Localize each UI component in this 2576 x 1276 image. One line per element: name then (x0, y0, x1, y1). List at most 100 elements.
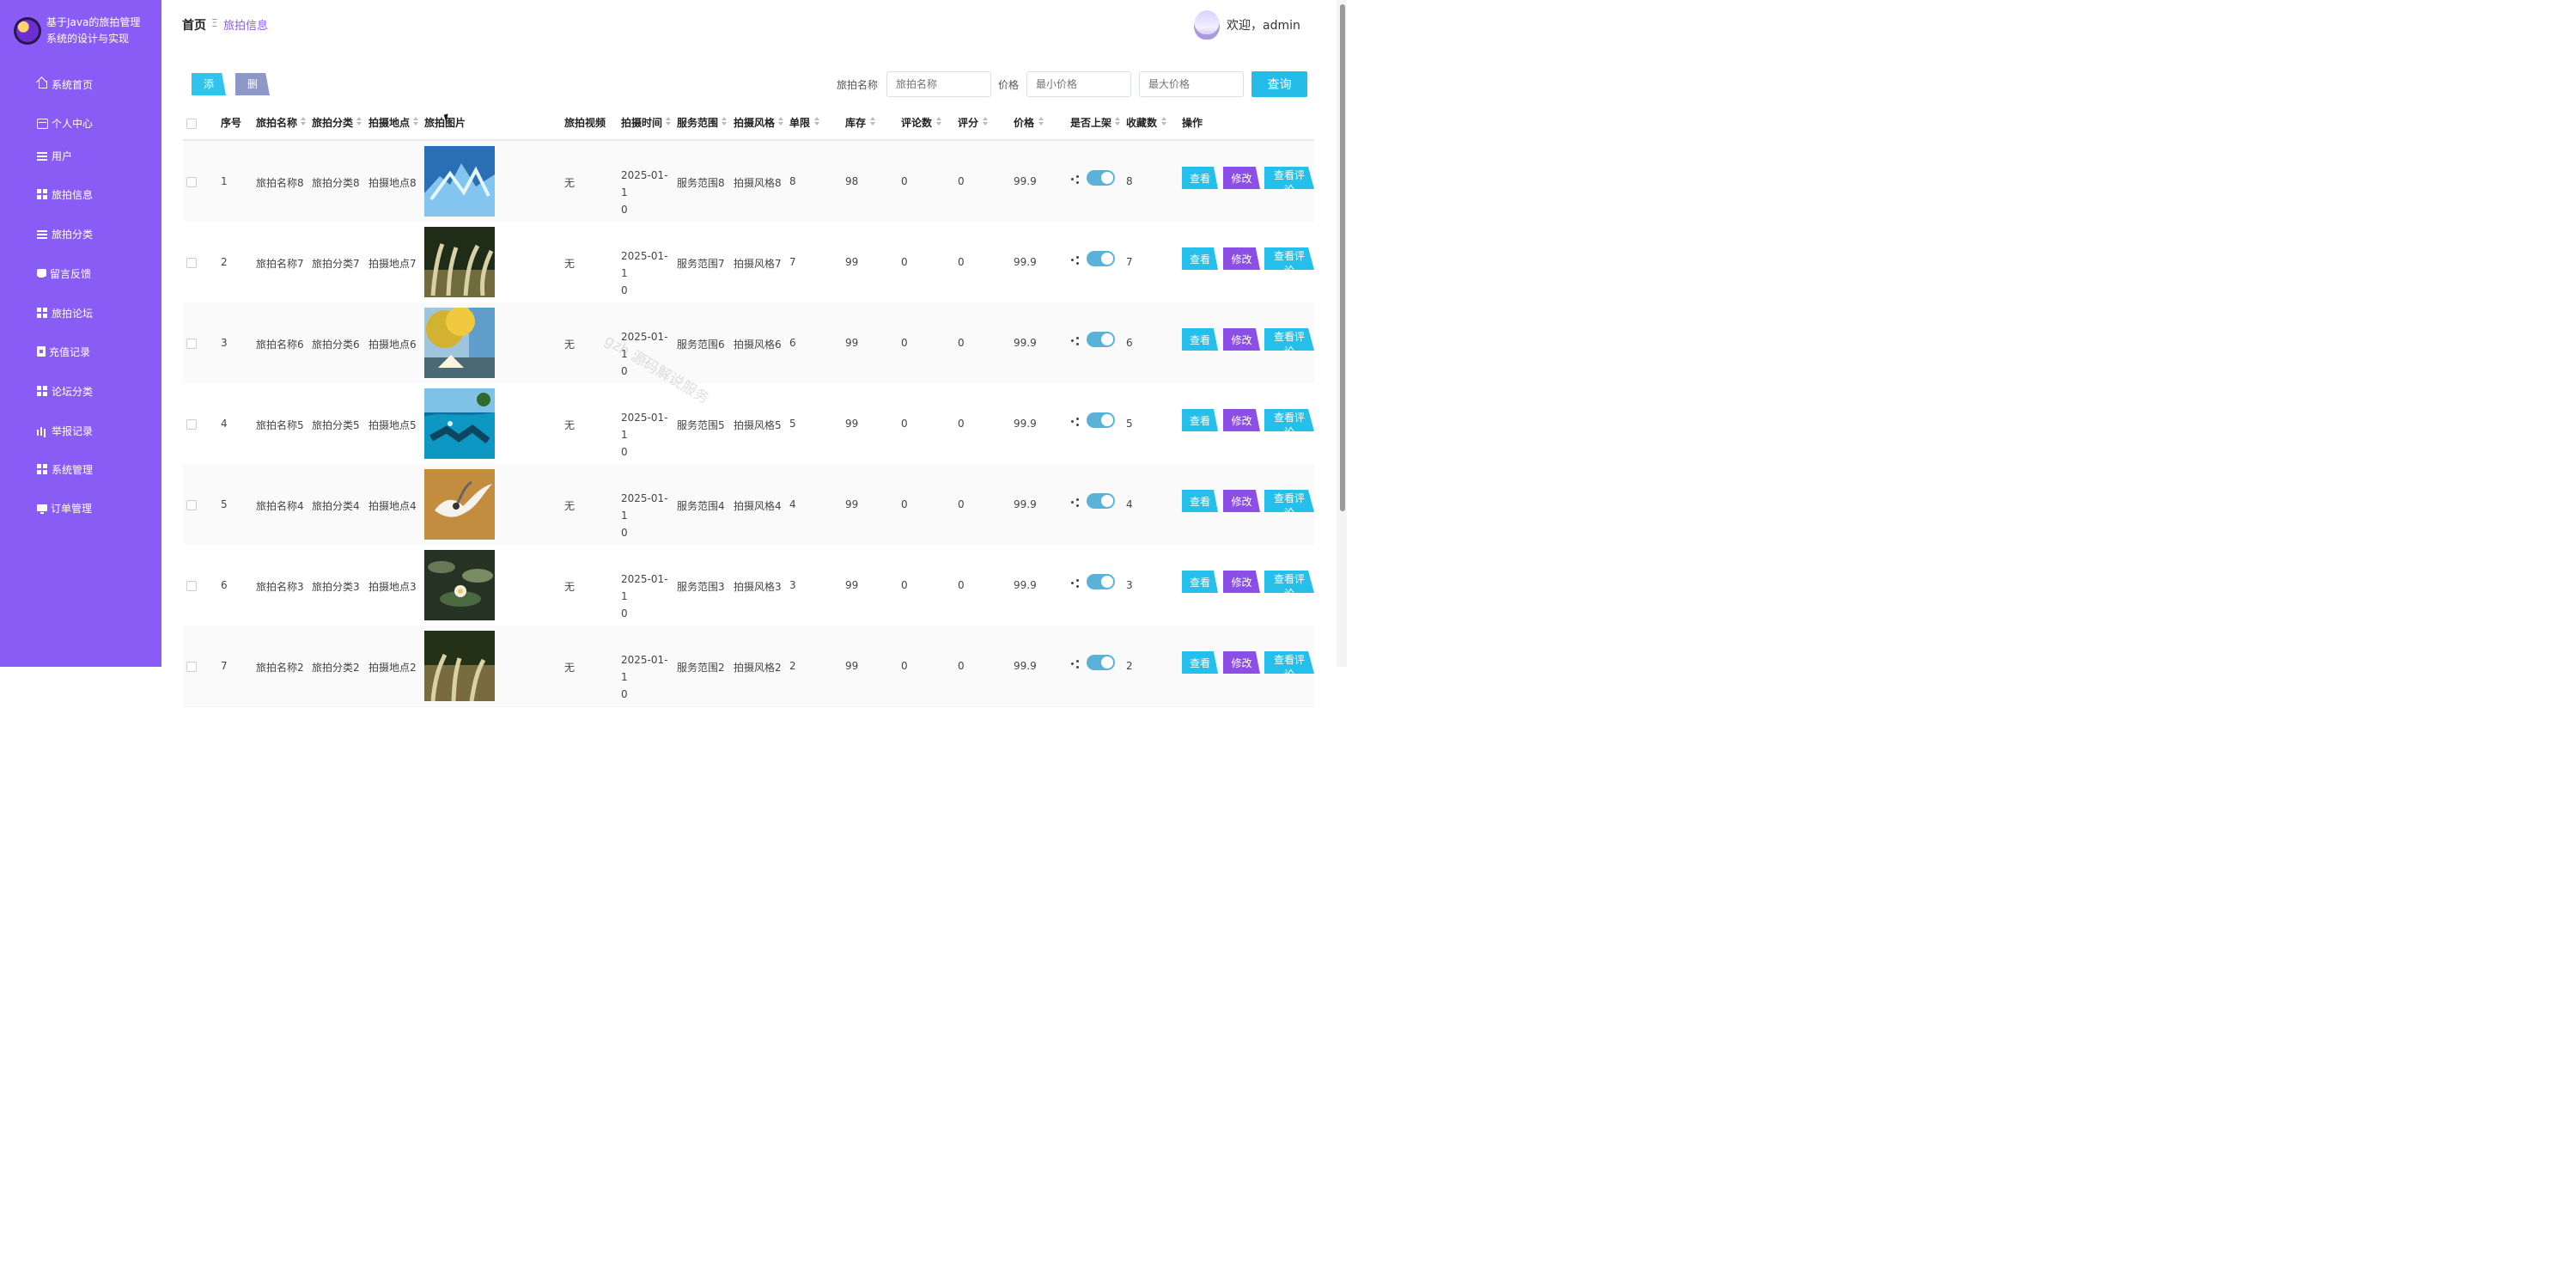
travel-photo[interactable] (424, 550, 495, 620)
edit-button[interactable]: 修改 (1223, 490, 1260, 512)
max-price-input[interactable] (1139, 71, 1244, 97)
share-icon[interactable] (1071, 175, 1080, 184)
sidebar-item-travel-category[interactable]: 旅拍分类 (37, 223, 93, 244)
sidebar-item-travel-info[interactable]: 旅拍信息 (37, 184, 93, 205)
sidebar-item-system-management[interactable]: 系统管理 (37, 459, 93, 479)
view-comments-button[interactable]: 查看评论 (1264, 409, 1314, 431)
listed-toggle[interactable] (1087, 170, 1115, 186)
row-checkbox[interactable] (186, 500, 197, 510)
user-avatar[interactable] (1194, 10, 1220, 40)
travel-photo[interactable] (424, 631, 495, 701)
travel-name-input[interactable] (886, 71, 991, 97)
sort-icon[interactable] (1115, 117, 1120, 127)
view-comments-button[interactable]: 查看评论 (1264, 167, 1314, 189)
view-button[interactable]: 查看 (1182, 409, 1218, 431)
row-checkbox[interactable] (186, 662, 197, 672)
listed-toggle[interactable] (1087, 493, 1115, 509)
column-favorites[interactable]: 收藏数 (1126, 115, 1157, 130)
listed-toggle[interactable] (1087, 412, 1115, 428)
column-rating[interactable]: 评分 (958, 115, 978, 130)
sort-icon[interactable] (722, 117, 727, 127)
travel-photo[interactable] (424, 388, 495, 459)
column-limit[interactable]: 单限 (789, 115, 810, 130)
view-button[interactable]: 查看 (1182, 167, 1218, 189)
sort-icon[interactable] (936, 117, 941, 127)
travel-photo[interactable] (424, 146, 495, 217)
sort-icon[interactable] (1161, 117, 1166, 127)
row-checkbox[interactable] (186, 177, 197, 187)
edit-button[interactable]: 修改 (1223, 651, 1260, 674)
price-value: 99.9 (1014, 256, 1037, 268)
column-shoot-time[interactable]: 拍摄时间 (621, 115, 662, 130)
view-comments-button[interactable]: 查看评论 (1264, 571, 1314, 593)
sidebar-item-personal-center[interactable]: 个人中心 (37, 113, 93, 133)
view-comments-button[interactable]: 查看评论 (1264, 651, 1314, 674)
edit-button[interactable]: 修改 (1223, 571, 1260, 593)
row-checkbox[interactable] (186, 419, 197, 430)
view-button[interactable]: 查看 (1182, 571, 1218, 593)
add-button[interactable]: 添加 (192, 73, 226, 95)
share-icon[interactable] (1071, 660, 1080, 669)
column-location[interactable]: 拍摄地点 (368, 115, 410, 130)
column-stock[interactable]: 库存 (845, 115, 866, 130)
share-icon[interactable] (1071, 579, 1080, 588)
edit-button[interactable]: 修改 (1223, 409, 1260, 431)
vertical-scrollbar[interactable] (1337, 0, 1347, 667)
sidebar-item-order-management[interactable]: 订单管理 (37, 498, 92, 518)
column-service-area[interactable]: 服务范围 (677, 115, 718, 130)
column-comments[interactable]: 评论数 (901, 115, 932, 130)
sidebar-item-report-records[interactable]: 举报记录 (37, 420, 93, 441)
travel-photo[interactable] (424, 227, 495, 297)
view-button[interactable]: 查看 (1182, 247, 1218, 270)
travel-photo[interactable] (424, 308, 495, 378)
sidebar-item-home[interactable]: 系统首页 (37, 74, 93, 95)
travel-photo[interactable] (424, 469, 495, 540)
sort-icon[interactable] (1038, 117, 1044, 127)
sort-icon[interactable] (301, 117, 306, 127)
listed-toggle[interactable] (1087, 655, 1115, 670)
sort-icon[interactable] (983, 117, 988, 127)
column-category[interactable]: 旅拍分类 (312, 115, 353, 130)
scrollbar-thumb[interactable] (1340, 4, 1345, 511)
sort-icon[interactable] (413, 117, 418, 127)
column-price[interactable]: 价格 (1014, 115, 1034, 130)
view-comments-button[interactable]: 查看评论 (1264, 490, 1314, 512)
comments-count: 0 (901, 256, 908, 268)
listed-toggle[interactable] (1087, 251, 1115, 266)
view-comments-button[interactable]: 查看评论 (1264, 247, 1314, 270)
edit-button[interactable]: 修改 (1223, 167, 1260, 189)
edit-button[interactable]: 修改 (1223, 247, 1260, 270)
column-listed[interactable]: 是否上架 (1070, 115, 1111, 130)
row-checkbox[interactable] (186, 258, 197, 268)
row-checkbox[interactable] (186, 339, 197, 349)
sidebar-item-forum-category[interactable]: 论坛分类 (37, 381, 93, 401)
column-style[interactable]: 拍摄风格 (734, 115, 775, 130)
view-button[interactable]: 查看 (1182, 490, 1218, 512)
query-button[interactable]: 查询 (1251, 71, 1307, 97)
sidebar-item-feedback[interactable]: 留言反馈 (37, 263, 91, 284)
sort-icon[interactable] (666, 117, 671, 127)
sidebar-item-travel-forum[interactable]: 旅拍论坛 (37, 302, 93, 323)
share-icon[interactable] (1071, 418, 1080, 426)
view-comments-button[interactable]: 查看评论 (1264, 328, 1314, 351)
sort-icon[interactable] (814, 117, 819, 127)
share-icon[interactable] (1071, 256, 1080, 265)
edit-button[interactable]: 修改 (1223, 328, 1260, 351)
listed-toggle[interactable] (1087, 332, 1115, 347)
view-button[interactable]: 查看 (1182, 328, 1218, 351)
share-icon[interactable] (1071, 337, 1080, 345)
sort-icon[interactable] (778, 117, 783, 127)
sidebar-item-users[interactable]: 用户 (37, 145, 72, 166)
min-price-input[interactable] (1026, 71, 1131, 97)
select-all-checkbox[interactable] (186, 119, 197, 129)
column-name[interactable]: 旅拍名称 (256, 115, 297, 130)
row-checkbox[interactable] (186, 581, 197, 591)
sort-icon[interactable] (870, 117, 875, 127)
breadcrumb-home[interactable]: 首页 (182, 16, 206, 34)
sidebar-item-recharge-records[interactable]: 充值记录 (37, 341, 90, 362)
view-button[interactable]: 查看 (1182, 651, 1218, 674)
share-icon[interactable] (1071, 498, 1080, 507)
delete-button[interactable]: 删除 (235, 73, 270, 95)
sort-icon[interactable] (356, 117, 362, 127)
listed-toggle[interactable] (1087, 574, 1115, 589)
